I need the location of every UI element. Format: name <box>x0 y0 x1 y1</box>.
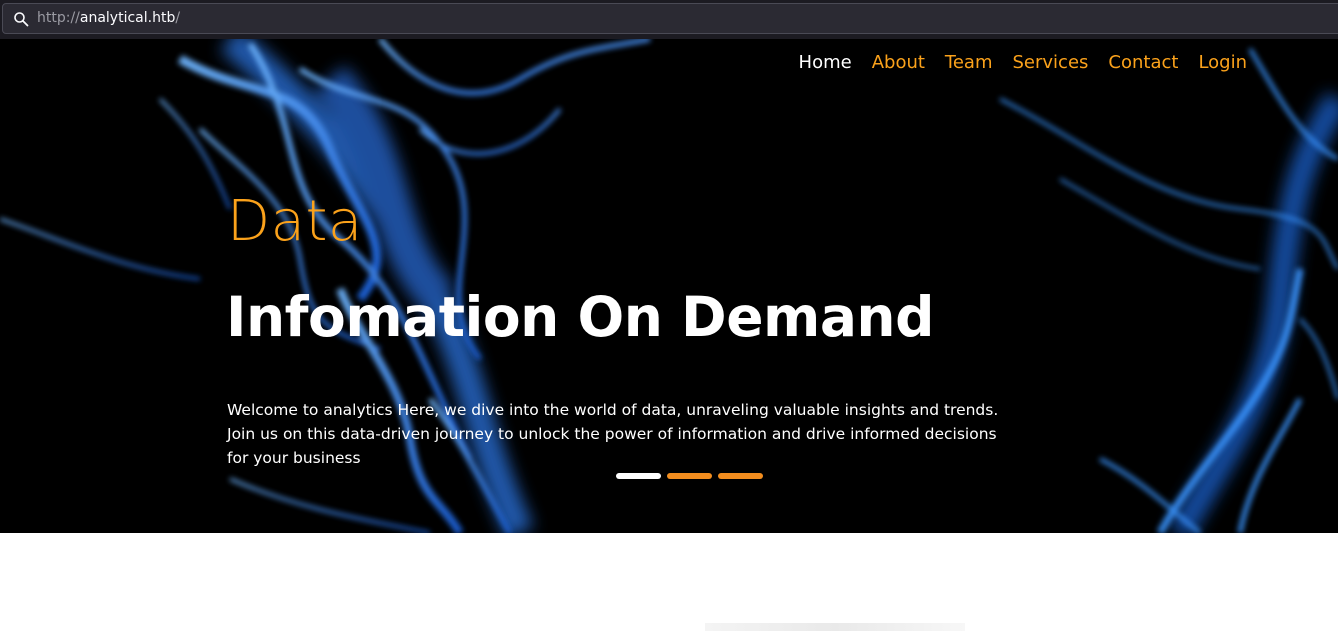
main-nav: Home About Team Services Contact Login <box>779 51 1247 75</box>
content-image-edge <box>705 623 965 631</box>
nav-login-link[interactable]: Login <box>1198 51 1247 75</box>
nav-contact-link[interactable]: Contact <box>1108 51 1178 75</box>
hero-subtitle: Data <box>227 189 363 254</box>
url-host: analytical.htb <box>79 10 176 26</box>
hero-description: Welcome to analytics Here, we dive into … <box>227 401 999 467</box>
nav-about-link[interactable]: About <box>872 51 925 75</box>
address-bar[interactable]: http://analytical.htb/ <box>2 3 1338 34</box>
url-path: / <box>175 10 181 26</box>
address-url[interactable]: http://analytical.htb/ <box>37 10 180 26</box>
hero-title: Infomation On Demand <box>226 285 934 349</box>
nav-services-link[interactable]: Services <box>1013 51 1089 75</box>
url-scheme: http:// <box>37 10 80 26</box>
carousel-indicator-3[interactable] <box>718 473 763 479</box>
search-icon <box>14 12 29 27</box>
content-section <box>0 533 1338 631</box>
browser-toolbar: http://analytical.htb/ <box>0 0 1338 39</box>
nav-home-link[interactable]: Home <box>799 51 852 75</box>
hero-section: Home About Team Services Contact Login D… <box>0 39 1338 533</box>
carousel-indicator-2[interactable] <box>667 473 712 479</box>
carousel-indicator-1[interactable] <box>616 473 661 479</box>
carousel-indicators <box>616 473 763 479</box>
nav-team-link[interactable]: Team <box>945 51 993 75</box>
